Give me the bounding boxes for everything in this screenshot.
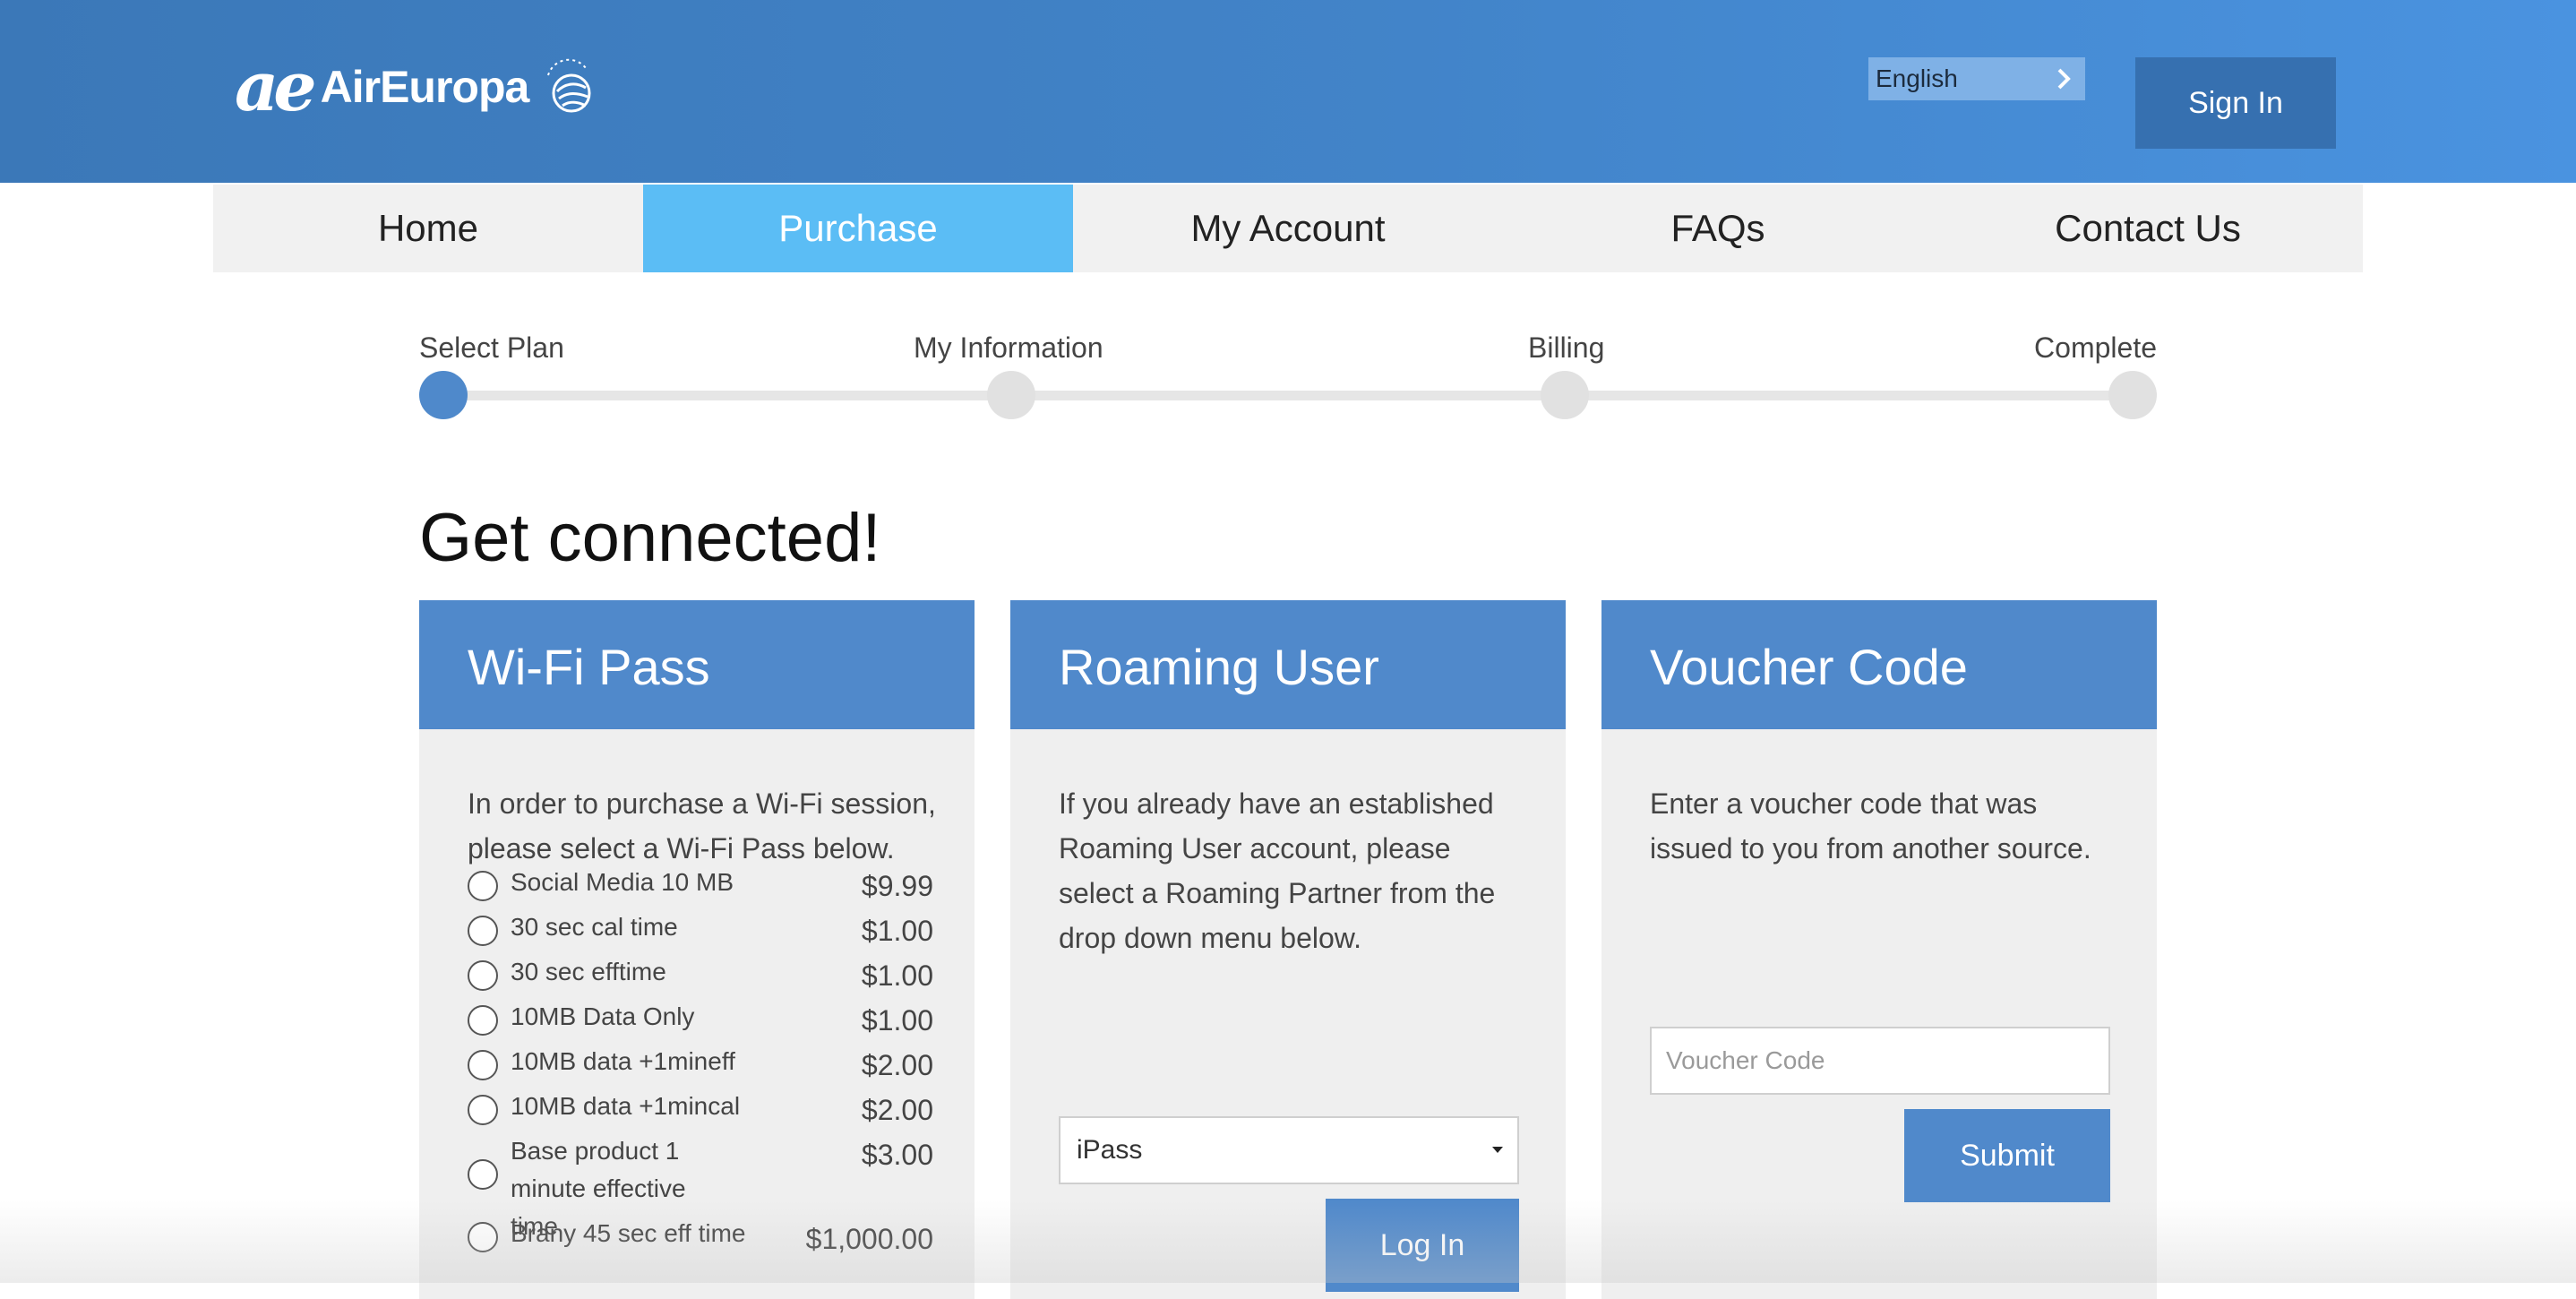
nav-purchase[interactable]: Purchase <box>643 185 1073 272</box>
plan-radio[interactable] <box>468 916 498 946</box>
plan-name: 10MB Data Only <box>511 1002 695 1030</box>
voucher-code-card: Voucher Code Enter a voucher code that w… <box>1601 600 2157 1299</box>
plan-price: $9.99 <box>861 870 933 902</box>
plan-option[interactable]: 30 sec efftime $1.00 <box>468 953 933 998</box>
step-dot-select-plan <box>419 371 468 419</box>
main-nav: Home Purchase My Account FAQs Contact Us <box>213 185 2363 272</box>
plan-price: $1.00 <box>861 915 933 947</box>
roaming-user-card: Roaming User If you already have an esta… <box>1010 600 1566 1299</box>
nav-home[interactable]: Home <box>213 185 643 272</box>
plan-name: Social Media 10 MB <box>511 868 734 896</box>
logo-mark: ae <box>235 47 317 126</box>
voucher-code-title: Voucher Code <box>1601 600 2157 729</box>
progress-steps: Select Plan My Information Billing Compl… <box>419 331 2157 421</box>
plan-option[interactable]: 30 sec cal time $1.00 <box>468 908 933 953</box>
plan-name: 30 sec cal time <box>511 913 678 941</box>
roaming-partner-value: iPass <box>1077 1135 1143 1165</box>
plan-name: 10MB data +1mincal <box>511 1092 741 1120</box>
plan-radio[interactable] <box>468 1222 498 1252</box>
plan-radio[interactable] <box>468 1050 498 1080</box>
site-header: ae AirEuropa English Sign In <box>0 0 2576 183</box>
plan-option[interactable]: 10MB data +1mineff $2.00 <box>468 1043 933 1088</box>
wifi-pass-title: Wi-Fi Pass <box>419 600 975 729</box>
progress-track <box>441 391 2155 400</box>
plan-radio[interactable] <box>468 1159 498 1190</box>
nav-faqs[interactable]: FAQs <box>1503 185 1933 272</box>
page-title: Get connected! <box>419 500 881 576</box>
plan-option[interactable]: Base product 1 minute effective time $3.… <box>468 1132 933 1240</box>
step-label-select-plan: Select Plan <box>419 331 564 364</box>
nav-contact-us[interactable]: Contact Us <box>1933 185 2363 272</box>
step-dot-billing <box>1541 371 1589 419</box>
wifi-pass-card: Wi-Fi Pass In order to purchase a Wi-Fi … <box>419 600 975 1299</box>
plan-name: Brany 45 sec eff time <box>511 1219 746 1247</box>
plan-radio[interactable] <box>468 960 498 991</box>
language-value: English <box>1876 65 1958 92</box>
plan-price: $1.00 <box>861 1004 933 1037</box>
plan-option[interactable]: 10MB Data Only $1.00 <box>468 998 933 1043</box>
voucher-code-text: Enter a voucher code that was issued to … <box>1650 787 2091 865</box>
voucher-code-input[interactable] <box>1650 1027 2110 1095</box>
nav-my-account[interactable]: My Account <box>1073 185 1503 272</box>
log-in-button[interactable]: Log In <box>1326 1199 1519 1292</box>
plan-option[interactable]: Brany 45 sec eff time $1,000.00 <box>468 1215 933 1260</box>
caret-down-icon <box>1492 1147 1503 1153</box>
aireuropa-logo[interactable]: ae AirEuropa <box>235 47 597 127</box>
roaming-partner-select[interactable]: iPass <box>1059 1116 1519 1184</box>
language-select[interactable]: English <box>1868 57 2085 100</box>
plan-radio[interactable] <box>468 871 498 901</box>
plan-price: $2.00 <box>861 1049 933 1081</box>
plan-price: $3.00 <box>861 1139 933 1171</box>
step-label-complete: Complete <box>2034 331 2157 364</box>
skyteam-icon <box>547 58 591 113</box>
step-label-my-information: My Information <box>914 331 1103 364</box>
step-label-billing: Billing <box>1528 331 1605 364</box>
submit-button[interactable]: Submit <box>1904 1109 2110 1202</box>
roaming-user-text: If you already have an established Roami… <box>1059 787 1496 954</box>
plan-name: 30 sec efftime <box>511 958 666 985</box>
plan-radio[interactable] <box>468 1095 498 1125</box>
plan-option[interactable]: Social Media 10 MB $9.99 <box>468 864 933 908</box>
wifi-pass-text: In order to purchase a Wi-Fi session, pl… <box>468 787 936 865</box>
logo-wordmark: AirEuropa <box>320 62 530 112</box>
chevron-right-icon <box>2057 68 2071 90</box>
plan-radio[interactable] <box>468 1005 498 1036</box>
plan-option[interactable]: 10MB data +1mincal $2.00 <box>468 1088 933 1132</box>
step-dot-my-information <box>987 371 1035 419</box>
plan-price: $2.00 <box>861 1094 933 1126</box>
plan-price: $1.00 <box>861 959 933 992</box>
plan-price: $1,000.00 <box>805 1223 933 1255</box>
plan-name: 10MB data +1mineff <box>511 1047 735 1075</box>
sign-in-button[interactable]: Sign In <box>2135 57 2336 149</box>
step-dot-complete <box>2108 371 2157 419</box>
roaming-user-title: Roaming User <box>1010 600 1566 729</box>
